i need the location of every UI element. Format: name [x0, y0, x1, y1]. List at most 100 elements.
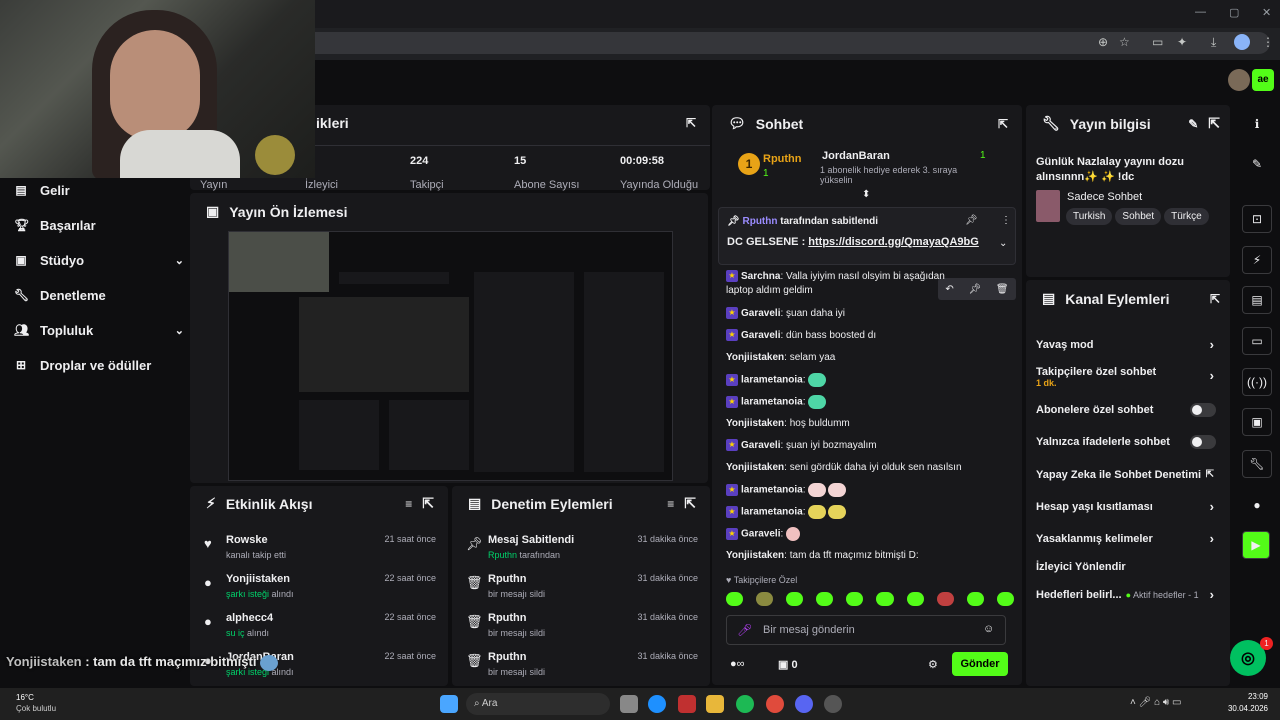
clip-icon[interactable]: ▶	[1242, 531, 1270, 559]
popout-icon[interactable]: ⇱	[422, 495, 434, 512]
nav-item-topluluk[interactable]: 👥︎ Topluluk ⌄	[14, 320, 184, 340]
menu-dots-icon[interactable]: ⋮	[1262, 35, 1274, 49]
chat-message[interactable]: ★ larametanoia:	[726, 505, 1016, 520]
chat-settings-icon[interactable]: ⚙	[928, 658, 938, 671]
emote-bar[interactable]	[726, 592, 1016, 610]
popout-icon[interactable]: ⇱	[686, 116, 696, 130]
clock-time[interactable]: 23:09	[1230, 692, 1268, 701]
emote[interactable]	[876, 592, 894, 606]
layout-icon[interactable]: ▣	[1242, 408, 1272, 436]
zoom-icon[interactable]: ⊕	[1098, 35, 1108, 49]
nav-item-basarilar[interactable]: 🏆︎ Başarılar	[14, 215, 184, 235]
tag[interactable]: Sohbet	[1115, 208, 1162, 225]
pin-message-icon[interactable]: 📌︎	[968, 284, 981, 295]
emote[interactable]	[726, 592, 744, 606]
tag[interactable]: Türkçe	[1164, 208, 1209, 225]
profile-avatar[interactable]	[1234, 34, 1250, 50]
action-goals[interactable]: Hedefleri belirl... ● Aktif hedefler - 1 ›	[1036, 587, 1220, 602]
nav-item-droplar[interactable]: ⊞ Droplar ve ödüller	[14, 355, 184, 375]
bolt-icon[interactable]: ⚡︎	[1242, 246, 1272, 274]
document-icon[interactable]: ▤	[1242, 286, 1272, 314]
chat-message[interactable]: Yonjiistaken: selam yaa	[726, 351, 1016, 365]
reply-icon[interactable]: ↶	[945, 284, 953, 295]
start-icon[interactable]	[440, 695, 458, 713]
screenshot-icon[interactable]: ⊡	[1242, 205, 1272, 233]
broadcast-icon[interactable]: ((·))	[1242, 368, 1272, 396]
nav-item-denetleme[interactable]: 🔧︎ Denetleme	[14, 285, 184, 305]
delete-icon[interactable]: 🗑︎	[996, 284, 1009, 295]
nav-item-gelir[interactable]: ▤ Gelir	[14, 180, 184, 200]
pinned-link[interactable]: https://discord.gg/QmayaQA9bG	[808, 236, 979, 248]
filter-icon[interactable]: ≡	[405, 497, 412, 511]
file-explorer-icon[interactable]	[706, 695, 724, 713]
popout-icon[interactable]: ⇱	[998, 117, 1008, 131]
app-icon[interactable]	[678, 695, 696, 713]
edit-icon[interactable]: ✎	[1188, 117, 1198, 131]
chat-message[interactable]: ★ Garaveli: şuan daha iyi	[726, 307, 1016, 321]
info-icon[interactable]: ℹ	[1242, 110, 1272, 138]
chat-message[interactable]: Yonjiistaken: tam da tft maçımız bitmişt…	[726, 549, 1016, 563]
chat-message[interactable]: ★ Garaveli:	[726, 527, 1016, 542]
chat-message[interactable]: ★ larametanoia:	[726, 483, 1016, 498]
edge-icon[interactable]	[648, 695, 666, 713]
action-banned-words[interactable]: Yasaklanmış kelimeler ›	[1036, 531, 1220, 546]
emoji-icon[interactable]: ☺	[983, 623, 994, 635]
bookmark-star-icon[interactable]: ☆	[1119, 35, 1130, 49]
obs-icon[interactable]	[824, 695, 842, 713]
wrench-icon[interactable]: 🔧︎	[1242, 450, 1272, 478]
toggle-switch[interactable]	[1190, 403, 1216, 417]
nav-item-studyo[interactable]: ▣ Stüdyo ⌄	[14, 250, 184, 270]
spotify-icon[interactable]	[736, 695, 754, 713]
chrome-icon[interactable]	[766, 695, 784, 713]
user-avatar[interactable]	[1228, 69, 1250, 91]
emote[interactable]	[756, 592, 774, 606]
action-followers-only[interactable]: Takipçilere özel sohbet 1 dk. ›	[1036, 366, 1220, 388]
emote[interactable]	[786, 592, 804, 606]
maximize-icon[interactable]: ▢	[1229, 6, 1239, 19]
leader-2-name[interactable]: JordanBaran	[822, 150, 890, 162]
action-account-age[interactable]: Hesap yaşı kısıtlaması ›	[1036, 499, 1220, 514]
popout-icon[interactable]: ⇱	[684, 495, 696, 512]
tray-icons[interactable]: ˄ 🎤︎ ⌂ 🔊︎ ▭	[1130, 697, 1181, 708]
chat-message[interactable]: ★ larametanoia:	[726, 373, 1016, 388]
chat-message[interactable]: ★ Garaveli: şuan iyi bozmayalım	[726, 439, 1016, 453]
extensions-icon[interactable]: ✦	[1177, 35, 1187, 49]
emote[interactable]	[816, 592, 834, 606]
stream-preview-video[interactable]	[228, 231, 673, 481]
more-options-icon[interactable]: ⋮	[1001, 215, 1011, 226]
send-button[interactable]: Gönder	[952, 652, 1008, 676]
chat-message[interactable]: ★ larametanoia:	[726, 395, 1016, 410]
action-slow-mode[interactable]: Yavaş mod ›	[1036, 337, 1220, 352]
edit-icon[interactable]: ✎	[1242, 150, 1272, 178]
emote[interactable]	[846, 592, 864, 606]
chevron-down-icon[interactable]: ⌄	[999, 238, 1007, 249]
emote[interactable]	[906, 592, 924, 606]
mic-icon[interactable]: 🎤︎	[737, 623, 752, 637]
task-view-icon[interactable]	[620, 695, 638, 713]
apps-icon[interactable]: ●	[1242, 491, 1272, 519]
kick-logo-icon[interactable]: ae	[1252, 69, 1274, 91]
taskbar-search[interactable]: ⌕ Ara	[466, 693, 610, 715]
points-icon[interactable]: ●∞	[730, 658, 745, 670]
category-name[interactable]: Sadece Sohbet	[1067, 191, 1142, 203]
chat-message[interactable]: ★ Garaveli: dün bass boosted dı	[726, 329, 1016, 343]
emote[interactable]	[936, 592, 954, 606]
action-raid[interactable]: İzleyici Yönlendir	[1036, 561, 1220, 573]
emote[interactable]	[966, 592, 984, 606]
action-ai-moderation[interactable]: Yapay Zeka ile Sohbet Denetimi ⇱	[1036, 469, 1220, 481]
emote[interactable]	[996, 592, 1014, 606]
action-subs-only[interactable]: Abonelere özel sohbet	[1036, 403, 1220, 417]
chat-bubble-icon[interactable]: ▭	[1242, 327, 1272, 355]
chat-message[interactable]: Yonjiistaken: seni gördük daha iyi olduk…	[726, 461, 1016, 475]
chat-message[interactable]: Yonjiistaken: hoş buldumm	[726, 417, 1016, 431]
cast-icon[interactable]: ▭	[1152, 35, 1163, 49]
download-icon[interactable]: ⤓	[1211, 35, 1216, 50]
close-window-icon[interactable]: ✕	[1262, 6, 1271, 19]
discord-icon[interactable]	[795, 695, 813, 713]
chat-message[interactable]: ★ Sarchna: Valla iyiyim nasıl olsyim bi a…	[726, 270, 946, 298]
popout-icon[interactable]: ⇱	[1210, 292, 1220, 306]
leader-1-name[interactable]: Rputhn	[763, 153, 801, 165]
toggle-switch[interactable]	[1190, 435, 1216, 449]
collapse-icon[interactable]: ⬍	[862, 189, 870, 200]
minimize-icon[interactable]: —	[1195, 6, 1206, 18]
